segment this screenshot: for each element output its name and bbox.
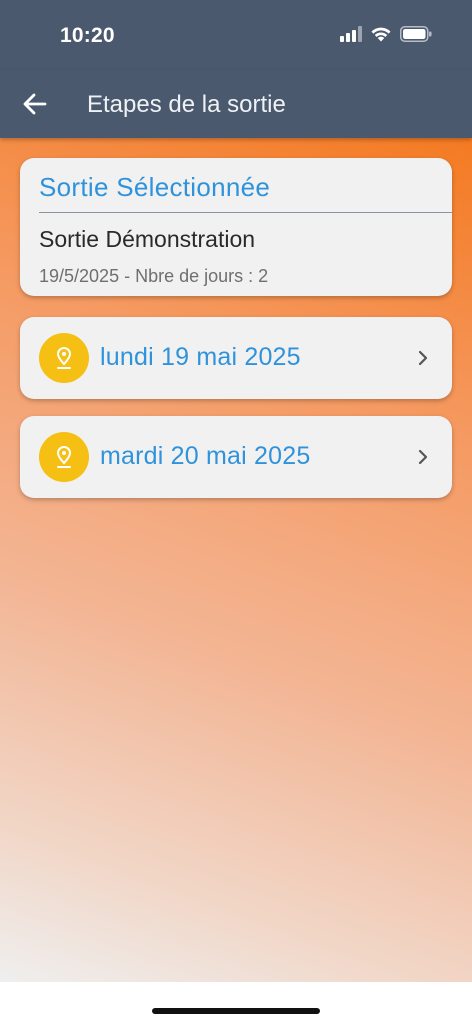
location-pin-icon — [39, 432, 89, 482]
selected-outing-card: Sortie Sélectionnée Sortie Démonstration… — [20, 158, 452, 296]
main-content: Sortie Sélectionnée Sortie Démonstration… — [0, 138, 472, 982]
back-button[interactable] — [16, 86, 52, 122]
day-label: mardi 20 mai 2025 — [100, 442, 311, 470]
chevron-right-icon — [418, 449, 428, 465]
chevron-right-icon — [418, 350, 428, 366]
wifi-icon — [371, 27, 391, 42]
outing-meta: 19/5/2025 - Nbre de jours : 2 — [39, 266, 269, 286]
selected-outing-heading: Sortie Sélectionnée — [39, 172, 271, 202]
status-bar: 10:20 — [0, 0, 472, 70]
outing-name: Sortie Démonstration — [39, 226, 256, 252]
app-bar: Etapes de la sortie — [0, 70, 472, 138]
arrow-back-icon — [23, 93, 47, 115]
status-icons — [340, 26, 432, 42]
bottom-area — [0, 982, 472, 1024]
cellular-signal-icon — [340, 26, 362, 42]
day-item-1[interactable]: lundi 19 mai 2025 — [20, 317, 452, 399]
page-title: Etapes de la sortie — [87, 91, 286, 118]
location-pin-icon — [39, 333, 89, 383]
battery-icon — [400, 26, 432, 42]
day-label: lundi 19 mai 2025 — [100, 343, 301, 371]
day-item-2[interactable]: mardi 20 mai 2025 — [20, 416, 452, 498]
divider — [39, 212, 452, 213]
home-indicator[interactable] — [152, 1008, 320, 1014]
status-time: 10:20 — [60, 24, 115, 47]
